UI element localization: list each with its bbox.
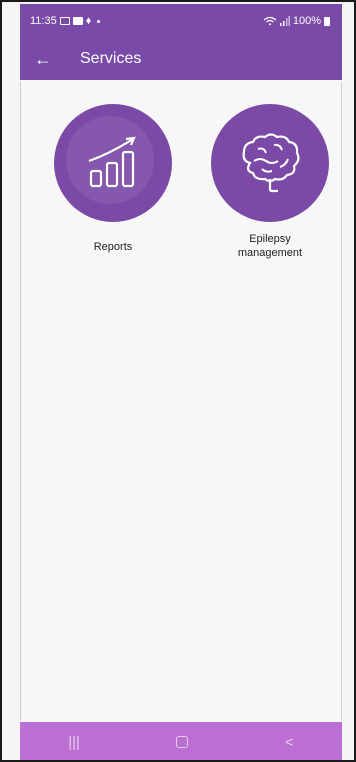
- status-right: 100%: [263, 15, 330, 27]
- recents-button[interactable]: |||: [68, 734, 80, 751]
- status-time: 11:35: [30, 15, 57, 27]
- signal-icon: [279, 16, 290, 26]
- nav-back-button[interactable]: <: [285, 734, 294, 751]
- page-title: Services: [80, 50, 142, 67]
- epilepsy-circle[interactable]: [211, 104, 329, 222]
- battery-level: 100%: [292, 15, 321, 27]
- mail-icon: [72, 17, 83, 25]
- status-bar: 11:35 ♦ 100%: [20, 4, 342, 38]
- home-button[interactable]: [176, 736, 189, 748]
- status-left: 11:35 ♦: [30, 15, 101, 27]
- phone-frame: 11:35 ♦ 100% ← Services Reports Epilepsy…: [0, 0, 356, 762]
- brain-icon: [242, 133, 300, 193]
- bar-chart-growth-icon: [88, 136, 136, 188]
- services-content: Reports Epilepsy management: [20, 80, 342, 722]
- photo-icon: [59, 17, 70, 25]
- app-bar: ← Services: [20, 38, 342, 80]
- service-tile-reports[interactable]: Reports: [48, 104, 178, 254]
- reports-circle[interactable]: [54, 104, 172, 222]
- epilepsy-label: Epilepsy management: [237, 233, 303, 259]
- battery-icon: [324, 16, 330, 26]
- back-arrow-icon[interactable]: ←: [34, 50, 56, 68]
- dot-icon: [97, 19, 101, 23]
- wifi-icon: [263, 16, 277, 26]
- system-nav-bar: ||| <: [20, 722, 342, 760]
- content-right-border: [341, 82, 342, 720]
- content-left-border: [20, 82, 21, 720]
- service-tile-epilepsy[interactable]: Epilepsy management: [205, 104, 335, 260]
- reports-label: Reports: [93, 241, 133, 253]
- sound-icon: ♦: [85, 15, 92, 27]
